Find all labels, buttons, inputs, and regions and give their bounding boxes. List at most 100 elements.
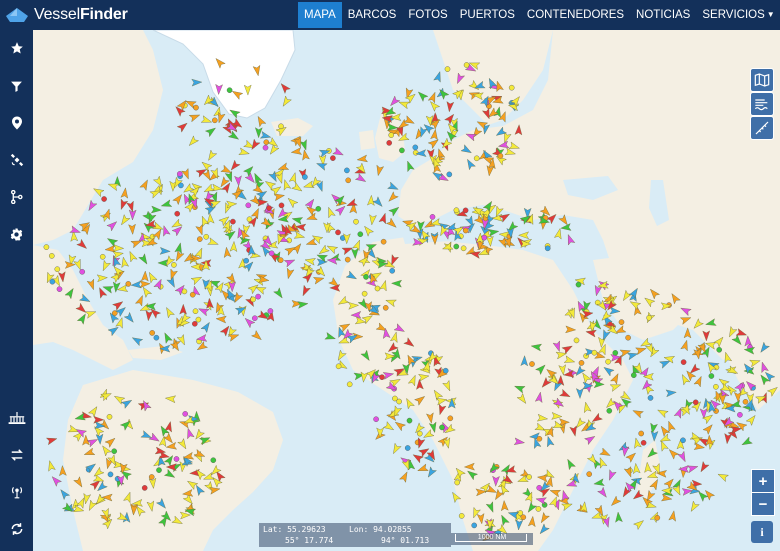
vesselfinder-logo[interactable]: VesselFinder — [4, 4, 128, 26]
antenna-button[interactable] — [0, 478, 33, 506]
vessel-marker-moored[interactable] — [344, 256, 351, 263]
vessel-marker-moored[interactable] — [141, 485, 148, 491]
vessel-marker-moored[interactable] — [406, 417, 413, 424]
vessel-marker-moored[interactable] — [278, 202, 285, 209]
nav-item-puertos[interactable]: PUERTOS — [454, 2, 521, 28]
vessel-marker-moored[interactable] — [404, 445, 411, 451]
vessel-marker-moored[interactable] — [182, 411, 188, 417]
swap-button[interactable] — [0, 441, 33, 469]
location-button[interactable] — [0, 109, 33, 137]
vessel-marker-moored[interactable] — [255, 293, 261, 300]
vessel-marker-moored[interactable] — [647, 395, 654, 401]
vessel-marker-moored[interactable] — [267, 308, 274, 314]
vessel-marker-moored[interactable] — [508, 84, 515, 91]
vessel-marker-moored[interactable] — [680, 359, 687, 365]
vessel-marker-moored[interactable] — [388, 132, 395, 138]
vessel-marker-moored[interactable] — [708, 373, 715, 379]
nav-item-fotos[interactable]: FOTOS — [402, 2, 453, 28]
vessel-marker-moored[interactable] — [446, 171, 453, 178]
vessel-marker-moored[interactable] — [692, 399, 699, 406]
vessel-marker-moored[interactable] — [191, 320, 198, 327]
vessel-marker-moored[interactable] — [263, 139, 270, 145]
vessel-marker-moored[interactable] — [148, 474, 155, 480]
vessel-marker-moored[interactable] — [335, 229, 341, 236]
vessel-marker-moored[interactable] — [591, 349, 598, 356]
vessel-marker-moored[interactable] — [453, 243, 460, 250]
vessel-marker-moored[interactable] — [573, 337, 580, 344]
vessel-marker-moored[interactable] — [458, 513, 465, 519]
vessel-marker-moored[interactable] — [156, 467, 162, 473]
vessel-marker-moored[interactable] — [250, 296, 256, 303]
vessel-marker-moored[interactable] — [251, 315, 258, 322]
vessel-marker-moored[interactable] — [330, 155, 336, 161]
vessel-marker-moored[interactable] — [54, 266, 61, 272]
vessel-marker-moored[interactable] — [535, 506, 542, 512]
vessel-marker-moored[interactable] — [196, 236, 203, 242]
vessel-marker-moored[interactable] — [111, 448, 117, 455]
vessel-marker-moored[interactable] — [529, 361, 535, 367]
vessel-marker-moored[interactable] — [286, 237, 293, 244]
vessel-marker-moored[interactable] — [742, 398, 749, 405]
nav-item-servicios[interactable]: SERVICIOS ▼ — [696, 2, 780, 28]
vessel-marker-moored[interactable] — [439, 424, 445, 431]
vessel-marker-moored[interactable] — [379, 374, 385, 381]
vessel-marker-moored[interactable] — [193, 104, 199, 111]
vessel-marker-moored[interactable] — [268, 250, 275, 257]
vessel-marker-moored[interactable] — [631, 372, 637, 379]
vessel-marker-moored[interactable] — [386, 140, 393, 146]
vessel-marker-moored[interactable] — [392, 395, 398, 402]
vessel-marker-moored[interactable] — [578, 360, 585, 366]
vessel-marker-moored[interactable] — [210, 457, 217, 464]
vessel-marker-moored[interactable] — [416, 430, 423, 437]
vessel-marker-moored[interactable] — [638, 430, 645, 437]
vessel-marker-moored[interactable] — [575, 281, 582, 288]
vessel-marker-moored[interactable] — [444, 66, 451, 72]
vessel-marker-moored[interactable] — [606, 407, 613, 414]
vessel-marker-moored[interactable] — [174, 210, 180, 217]
vessel-marker-moored[interactable] — [353, 218, 359, 225]
vessel-marker-moored[interactable] — [382, 304, 389, 311]
vessel-marker-moored[interactable] — [277, 257, 284, 263]
map-layers-button[interactable] — [750, 68, 774, 92]
vessel-marker-moored[interactable] — [605, 358, 611, 365]
settings-button[interactable] — [0, 220, 33, 248]
vessel-marker-moored[interactable] — [48, 253, 55, 259]
vessel-marker-moored[interactable] — [56, 286, 63, 292]
vessel-marker-moored[interactable] — [586, 471, 593, 477]
filter-button[interactable] — [0, 72, 33, 100]
vessel-marker-moored[interactable] — [373, 416, 379, 423]
vessel-marker-moored[interactable] — [654, 514, 661, 521]
refresh-button[interactable] — [0, 515, 33, 543]
vessel-marker-moored[interactable] — [335, 363, 342, 370]
vessel-marker-moored[interactable] — [640, 439, 647, 446]
nav-item-contenedores[interactable]: CONTENEDORES — [521, 2, 630, 28]
ports-button[interactable] — [0, 404, 33, 432]
vessel-marker-moored[interactable] — [716, 346, 723, 353]
vessel-marker-moored[interactable] — [412, 149, 419, 156]
vessel-marker-moored[interactable] — [195, 316, 202, 323]
zoom-out-button[interactable]: − — [751, 492, 775, 516]
vessel-marker-moored[interactable] — [245, 202, 252, 209]
vessel-marker-moored[interactable] — [315, 205, 322, 212]
nav-item-noticias[interactable]: NOTICIAS — [630, 2, 696, 28]
vessel-marker-moored[interactable] — [544, 245, 551, 252]
vessel-marker-moored[interactable] — [101, 196, 107, 202]
vessel-marker-moored[interactable] — [230, 218, 236, 225]
measure-button[interactable] — [750, 116, 774, 140]
weather-layer-button[interactable] — [750, 92, 774, 116]
vessel-marker-moored[interactable] — [454, 479, 461, 486]
vessel-marker-moored[interactable] — [526, 474, 532, 480]
vessel-marker-moored[interactable] — [453, 207, 460, 213]
vessel-marker-moored[interactable] — [149, 330, 155, 336]
vessel-marker-moored[interactable] — [226, 87, 233, 94]
vessel-marker-moored[interactable] — [374, 285, 381, 292]
vessel-marker-moored[interactable] — [713, 383, 719, 390]
vessel-marker-moored[interactable] — [363, 274, 369, 280]
vessel-marker-moored[interactable] — [462, 207, 469, 214]
vessel-marker-moored[interactable] — [536, 435, 543, 442]
vessel-marker-moored[interactable] — [49, 278, 56, 285]
vessel-marker-moored[interactable] — [612, 350, 619, 356]
vessel-marker-moored[interactable] — [618, 319, 625, 325]
nav-item-barcos[interactable]: BARCOS — [342, 2, 403, 28]
vessel-marker-moored[interactable] — [517, 510, 524, 516]
